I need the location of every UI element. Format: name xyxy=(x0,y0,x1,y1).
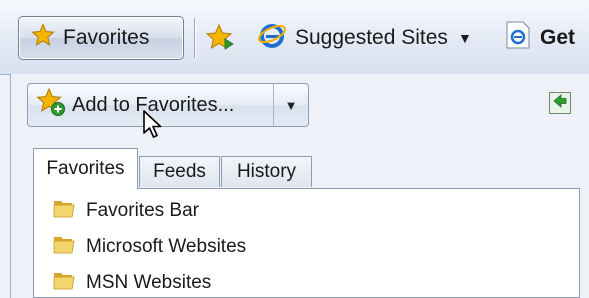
favorites-button[interactable]: Favorites xyxy=(18,16,184,60)
favorites-list: Favorites Bar Microsoft Websites MSN Web… xyxy=(33,188,580,298)
pin-arrow-icon xyxy=(552,93,568,114)
tab-feeds[interactable]: Feeds xyxy=(139,156,220,187)
favorites-center-panel: Add to Favorites... ▼ Favorites Feeds Hi… xyxy=(10,74,589,298)
folder-icon xyxy=(52,196,76,226)
tab-history[interactable]: History xyxy=(221,156,312,187)
star-icon xyxy=(31,23,55,53)
get-more-add-ons-link[interactable]: Get xyxy=(506,21,575,55)
pin-favorites-center-button[interactable] xyxy=(549,92,571,114)
list-item[interactable]: Favorites Bar xyxy=(52,196,199,226)
tab-favorites[interactable]: Favorites xyxy=(33,148,138,189)
get-label: Get xyxy=(540,26,576,49)
list-item-label: MSN Websites xyxy=(86,272,212,293)
ie-page-icon xyxy=(506,21,530,55)
mouse-pointer-icon xyxy=(142,109,164,144)
folder-icon xyxy=(52,232,76,262)
suggested-sites-button[interactable]: Suggested Sites ▼ xyxy=(257,21,472,55)
add-to-favorites-bar-icon[interactable] xyxy=(205,23,235,58)
ie-icon xyxy=(257,20,287,56)
list-item-label: Favorites Bar xyxy=(86,200,199,221)
suggested-sites-label: Suggested Sites xyxy=(295,26,448,49)
favorites-bar: Favorites Suggested Sites ▼ Get xyxy=(0,0,589,75)
add-to-favorites-split-button[interactable]: Add to Favorites... ▼ xyxy=(27,83,309,127)
add-to-favorites-dropdown[interactable]: ▼ xyxy=(274,84,308,126)
chevron-down-icon: ▼ xyxy=(457,30,472,46)
list-item[interactable]: MSN Websites xyxy=(52,268,211,298)
folder-icon xyxy=(52,268,76,298)
chevron-down-icon: ▼ xyxy=(284,97,298,113)
list-item-label: Microsoft Websites xyxy=(86,236,247,257)
add-favorite-star-icon xyxy=(36,87,66,123)
favorites-label: Favorites xyxy=(63,26,150,49)
toolbar-separator xyxy=(194,18,196,58)
list-item[interactable]: Microsoft Websites xyxy=(52,232,246,262)
